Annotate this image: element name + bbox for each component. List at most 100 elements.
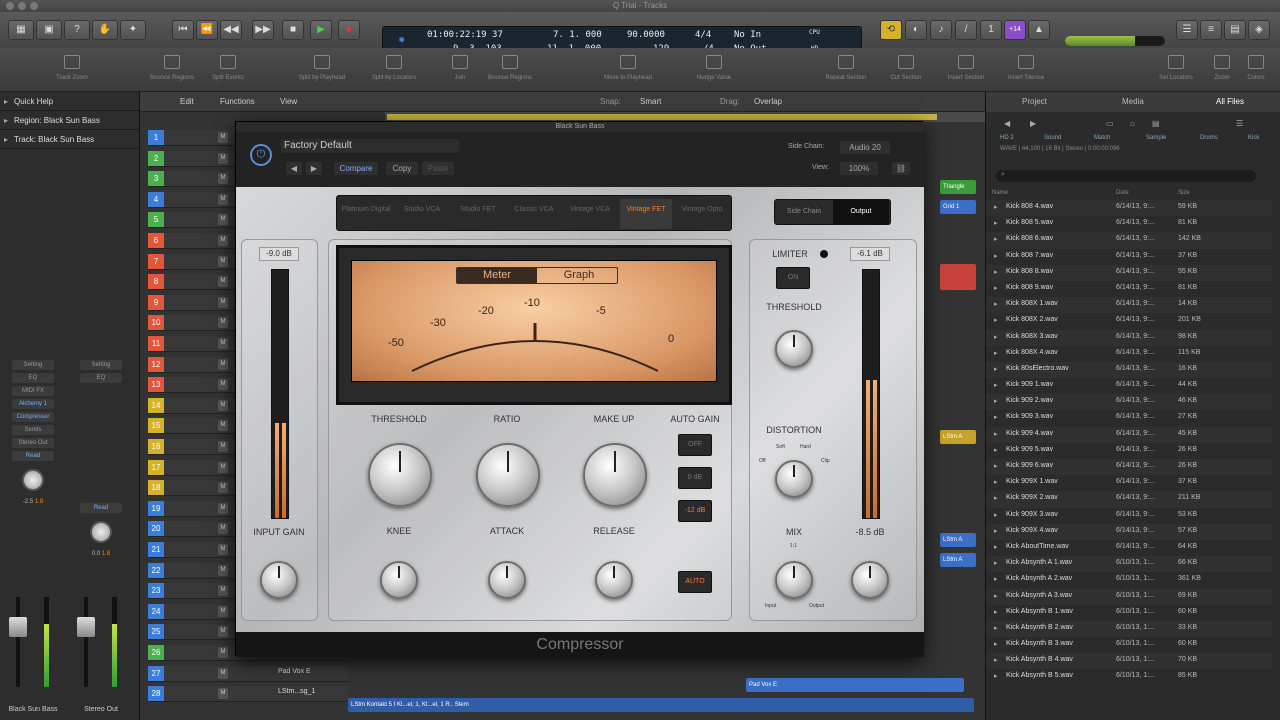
file-row[interactable]: ▸ Kick 808X 2.wav 6/14/13, 9:... 201 KB bbox=[986, 313, 1272, 329]
next-preset-icon[interactable]: ▶ bbox=[306, 162, 322, 175]
output-button[interactable]: Stereo Out bbox=[12, 438, 54, 448]
mute-button[interactable]: M bbox=[218, 420, 228, 432]
file-row[interactable]: ▸ Kick 909 1.wav 6/14/13, 9:... 44 KB bbox=[986, 378, 1272, 394]
sends-button[interactable]: Sends bbox=[12, 425, 54, 435]
mute-button[interactable]: M bbox=[218, 235, 228, 246]
copy-button[interactable]: Copy bbox=[386, 162, 418, 175]
mute-button[interactable]: M bbox=[218, 399, 228, 411]
functions-menu[interactable]: Functions bbox=[220, 97, 255, 106]
file-row[interactable]: ▸ Kick AboutTime.wav 6/14/13, 9:... 64 KB bbox=[986, 540, 1272, 556]
file-row[interactable]: ▸ Kick 909 6.wav 6/14/13, 9:... 26 KB bbox=[986, 459, 1272, 476]
file-row[interactable]: ▸ Kick Absynth A 1.wav 6/10/13, 1:... 66 KB bbox=[986, 556, 1272, 573]
auto-gain-0db-button[interactable]: 0 dB bbox=[678, 467, 712, 489]
column-name[interactable]: Name bbox=[992, 190, 1008, 196]
inspector-icon[interactable]: ▣ bbox=[36, 20, 62, 40]
metronome-icon[interactable]: ▲ bbox=[1028, 20, 1050, 40]
mute-button[interactable]: M bbox=[218, 338, 228, 349]
tab-all-files[interactable]: All Files bbox=[1216, 97, 1244, 106]
mute-button[interactable]: M bbox=[218, 193, 228, 205]
file-row[interactable]: ▸ Kick Absynth A 2.wav 6/10/13, 1:... 361 K… bbox=[986, 572, 1272, 588]
model-classic-vca[interactable]: Classic VCA bbox=[508, 199, 560, 229]
rewind-fast-icon[interactable]: ◀◀ bbox=[220, 20, 242, 40]
toolbar-item[interactable]: Nudge Value bbox=[682, 52, 746, 81]
side-chain-select[interactable]: Audio 20 bbox=[840, 141, 890, 154]
browsers-icon[interactable]: ◈ bbox=[1248, 20, 1270, 40]
model-vintage-fet[interactable]: Vintage FET bbox=[620, 199, 672, 229]
setting-button[interactable]: Setting bbox=[80, 360, 122, 370]
cycle-range[interactable] bbox=[387, 114, 937, 120]
mute-button[interactable]: M bbox=[218, 255, 228, 267]
file-row[interactable]: ▸ Kick 808X 1.wav 6/14/13, 9:... 14 KB bbox=[986, 297, 1272, 314]
cycle-icon[interactable]: ⟲ bbox=[880, 20, 902, 40]
knee-knob[interactable] bbox=[380, 561, 418, 599]
file-row[interactable]: ▸ Kick 80sElectro.wav 6/14/13, 9:... 16 KB bbox=[986, 361, 1272, 379]
attack-knob[interactable] bbox=[488, 561, 526, 599]
region[interactable]: Grid 1 bbox=[940, 200, 976, 214]
plugin-slot-1[interactable]: Alchemy 1 bbox=[12, 399, 54, 409]
model-vintage-opto[interactable]: Vintage Opto bbox=[676, 199, 728, 229]
region[interactable]: LStm A bbox=[940, 533, 976, 547]
release-knob[interactable] bbox=[595, 561, 633, 599]
back-icon[interactable]: ◀ bbox=[1004, 119, 1010, 128]
breadcrumb-item[interactable]: Sound bbox=[1044, 135, 1061, 141]
output-gain-knob[interactable] bbox=[851, 561, 889, 599]
file-row[interactable]: ▸ Kick Absynth B 1.wav 6/10/13, 1:... 60 KB bbox=[986, 605, 1272, 621]
model-studio-vca[interactable]: Studio VCA bbox=[396, 199, 448, 229]
file-row[interactable]: ▸ Kick 808X 3.wav 6/14/13, 9:... 98 KB bbox=[986, 329, 1272, 346]
output-tab[interactable]: Output bbox=[833, 200, 889, 224]
limiter-on-button[interactable]: ON bbox=[776, 267, 810, 289]
file-row[interactable]: ▸ Kick Absynth B 2.wav 6/10/13, 1:... 33 KB bbox=[986, 620, 1272, 638]
file-row[interactable]: ▸ Kick 808 9.wav 6/14/13, 9:... 81 KB bbox=[986, 281, 1272, 297]
toolbar-item[interactable]: Insert Silence bbox=[994, 52, 1058, 81]
mute-button[interactable]: M bbox=[218, 379, 228, 391]
toolbar-item[interactable]: Bounce Regions bbox=[478, 52, 542, 81]
threshold-knob[interactable] bbox=[368, 443, 432, 507]
mute-button[interactable]: M bbox=[218, 523, 228, 535]
stop-icon[interactable]: ■ bbox=[282, 20, 304, 40]
file-row[interactable]: ▸ Kick 909X 3.wav 6/14/13, 9:... 53 KB bbox=[986, 508, 1272, 524]
toolbar-item[interactable]: Move to Playhead bbox=[596, 52, 660, 81]
paste-button[interactable]: Paste bbox=[422, 162, 454, 175]
auto-gain-minus12db-button[interactable]: -12 dB bbox=[678, 500, 712, 522]
track-inspector-row[interactable]: Track: Black Sun Bass bbox=[0, 130, 139, 149]
model-vintage-vca[interactable]: Vintage VCA bbox=[564, 199, 616, 229]
track-row[interactable]: 28 M LStm...sg_1 bbox=[148, 686, 348, 703]
replace-icon[interactable]: ◐ bbox=[905, 20, 927, 40]
mute-button[interactable]: M bbox=[218, 276, 228, 288]
region-inspector-row[interactable]: Region: Black Sun Bass bbox=[0, 111, 139, 130]
setting-button[interactable]: Setting bbox=[12, 360, 54, 370]
mute-button[interactable]: M bbox=[218, 214, 228, 226]
eq-button[interactable]: EQ bbox=[80, 373, 122, 383]
distortion-knob[interactable] bbox=[775, 460, 813, 498]
region[interactable]: Triangle bbox=[940, 180, 976, 194]
file-row[interactable]: ▸ Kick Absynth B 3.wav 6/10/13, 1:... 60 KB bbox=[986, 637, 1272, 653]
model-studio-fet[interactable]: Studio FET bbox=[452, 199, 504, 229]
mix-knob[interactable] bbox=[775, 561, 813, 599]
snap-select[interactable]: Smart bbox=[640, 97, 661, 106]
model-platinum-digital[interactable]: Platinum Digital bbox=[340, 199, 392, 229]
count-badge[interactable]: +14 bbox=[1004, 20, 1026, 40]
mute-button[interactable]: M bbox=[218, 132, 228, 143]
file-row[interactable]: ▸ Kick 808 6.wav 6/14/13, 9:... 142 KB bbox=[986, 232, 1272, 249]
solo-icon[interactable]: / bbox=[955, 20, 977, 40]
mute-button[interactable]: M bbox=[218, 441, 228, 452]
quick-help-row[interactable]: Quick Help bbox=[0, 92, 139, 111]
power-icon[interactable]: ⏻ bbox=[250, 144, 272, 166]
file-row[interactable]: ▸ Kick Absynth B 5.wav 6/10/13, 1:... 85 KB bbox=[986, 669, 1272, 685]
mute-button[interactable]: M bbox=[218, 461, 228, 473]
breadcrumb-item[interactable]: HD 2 bbox=[1000, 135, 1014, 141]
track-row[interactable]: 27 M Pad Vox E bbox=[148, 665, 348, 682]
smart-controls-icon[interactable]: ✦ bbox=[120, 20, 146, 40]
toolbar-item[interactable]: Split by Playhead bbox=[290, 52, 354, 81]
editors-icon[interactable]: ▤ bbox=[1224, 20, 1246, 40]
toolbar-toggle-icon[interactable]: ✋ bbox=[92, 20, 118, 40]
automation-mode[interactable]: Read bbox=[12, 451, 54, 461]
link-icon[interactable]: ⛓ bbox=[892, 162, 910, 175]
mute-button[interactable]: M bbox=[218, 688, 228, 700]
mute-button[interactable]: M bbox=[218, 358, 228, 370]
mute-button[interactable]: M bbox=[218, 482, 228, 494]
mute-button[interactable]: M bbox=[218, 626, 228, 638]
toolbar-item[interactable]: Bounce Regions bbox=[140, 52, 204, 81]
side-chain-tab[interactable]: Side Chain bbox=[776, 200, 832, 224]
mute-button[interactable]: M bbox=[218, 605, 228, 617]
